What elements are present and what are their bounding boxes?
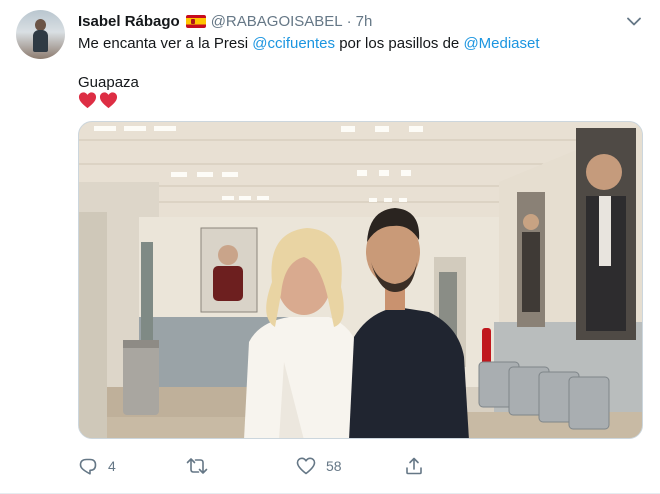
avatar[interactable] xyxy=(16,10,65,59)
author-name[interactable]: Isabel Rábago xyxy=(78,13,180,30)
tweet-header: Isabel Rábago @RABAGOISABEL · 7h xyxy=(78,11,372,31)
separator-dot: · xyxy=(346,12,352,30)
reply-icon xyxy=(79,458,97,475)
tweet-actions: 4 58 xyxy=(78,455,478,477)
hallway-photo-image xyxy=(79,122,642,438)
reply-button[interactable]: 4 xyxy=(78,455,116,477)
tweet-text-middle: por los pasillos de xyxy=(335,35,464,52)
tweet-timestamp[interactable]: 7h xyxy=(356,13,373,30)
tweet-text-line-2: Guapaza xyxy=(78,74,139,91)
retweet-button[interactable] xyxy=(186,455,218,477)
chevron-down-icon xyxy=(627,17,641,25)
tweet-text-prefix: Me encanta ver a la Presi xyxy=(78,35,253,52)
spain-flag-icon xyxy=(185,14,206,28)
share-button[interactable] xyxy=(404,455,434,477)
tweet-photo[interactable] xyxy=(78,121,643,439)
tweet-text-line-1: Me encanta ver a la Presi @ccifuentes po… xyxy=(78,34,540,54)
red-heart-icon xyxy=(78,92,97,109)
mention-link-mediaset[interactable]: @Mediaset xyxy=(463,35,539,52)
tweet-card[interactable]: Isabel Rábago @RABAGOISABEL · 7h Me enca… xyxy=(0,0,660,494)
like-button[interactable]: 58 xyxy=(296,455,342,477)
avatar-body xyxy=(33,30,48,52)
emoji-row xyxy=(78,91,118,110)
share-icon xyxy=(406,457,422,475)
heart-outline-icon xyxy=(296,457,316,475)
author-handle[interactable]: @RABAGOISABEL xyxy=(211,13,343,30)
reply-count: 4 xyxy=(108,458,116,474)
retweet-icon xyxy=(186,458,208,474)
like-count: 58 xyxy=(326,458,342,474)
more-options-button[interactable] xyxy=(624,11,644,31)
red-heart-icon xyxy=(99,92,118,109)
mention-link-ccifuentes[interactable]: @ccifuentes xyxy=(252,35,335,52)
